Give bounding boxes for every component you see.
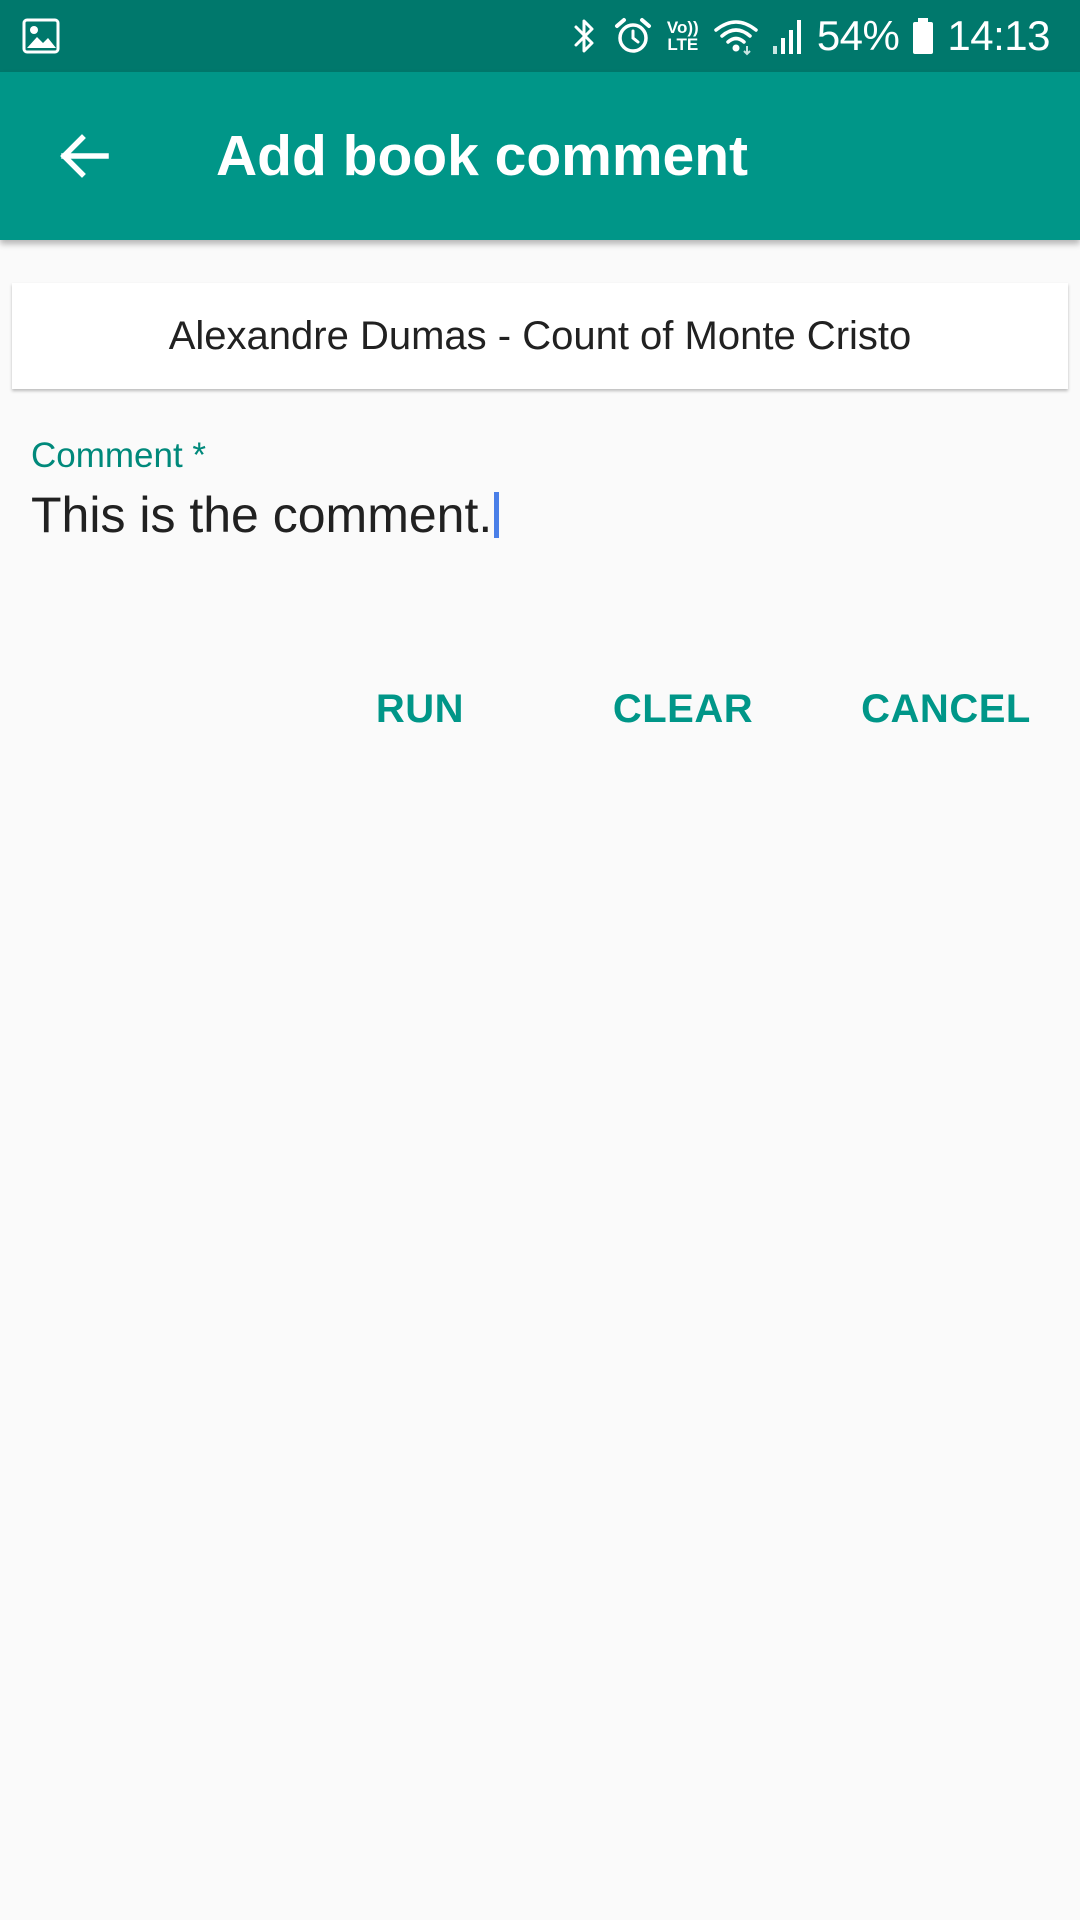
cancel-button[interactable]: CANCEL [850,672,1042,746]
back-button[interactable] [44,116,124,196]
clear-button[interactable]: CLEAR [600,672,766,746]
app-bar: Add book comment [0,72,1080,240]
status-icons: Vo)) LTE 54% 14:13 [567,0,1050,72]
comment-input[interactable]: This is the comment. [31,485,1031,545]
comment-field-label: Comment * [31,436,207,475]
text-cursor [494,492,500,538]
battery-percent: 54% [816,12,900,59]
battery-icon [913,18,934,54]
status-bar: Vo)) LTE 54% 14:13 [0,0,1080,72]
volte-icon: Vo)) LTE [665,19,701,53]
clock: 14:13 [947,12,1050,59]
alarm-icon [614,18,651,53]
lte-text: LTE [667,35,699,54]
page-title: Add book comment [216,124,749,188]
wifi-icon [714,20,758,56]
book-title: Alexandre Dumas - Count of Monte Cristo [168,313,912,358]
comment-input-value: This is the comment. [31,487,493,543]
bluetooth-icon [574,19,594,53]
image-icon [22,18,60,54]
volte-text: Vo)) [666,18,699,37]
signal-icon [772,20,801,54]
arrow-back-icon [60,134,109,178]
run-button[interactable]: RUN [350,672,490,746]
book-title-card: Alexandre Dumas - Count of Monte Cristo [12,283,1068,389]
